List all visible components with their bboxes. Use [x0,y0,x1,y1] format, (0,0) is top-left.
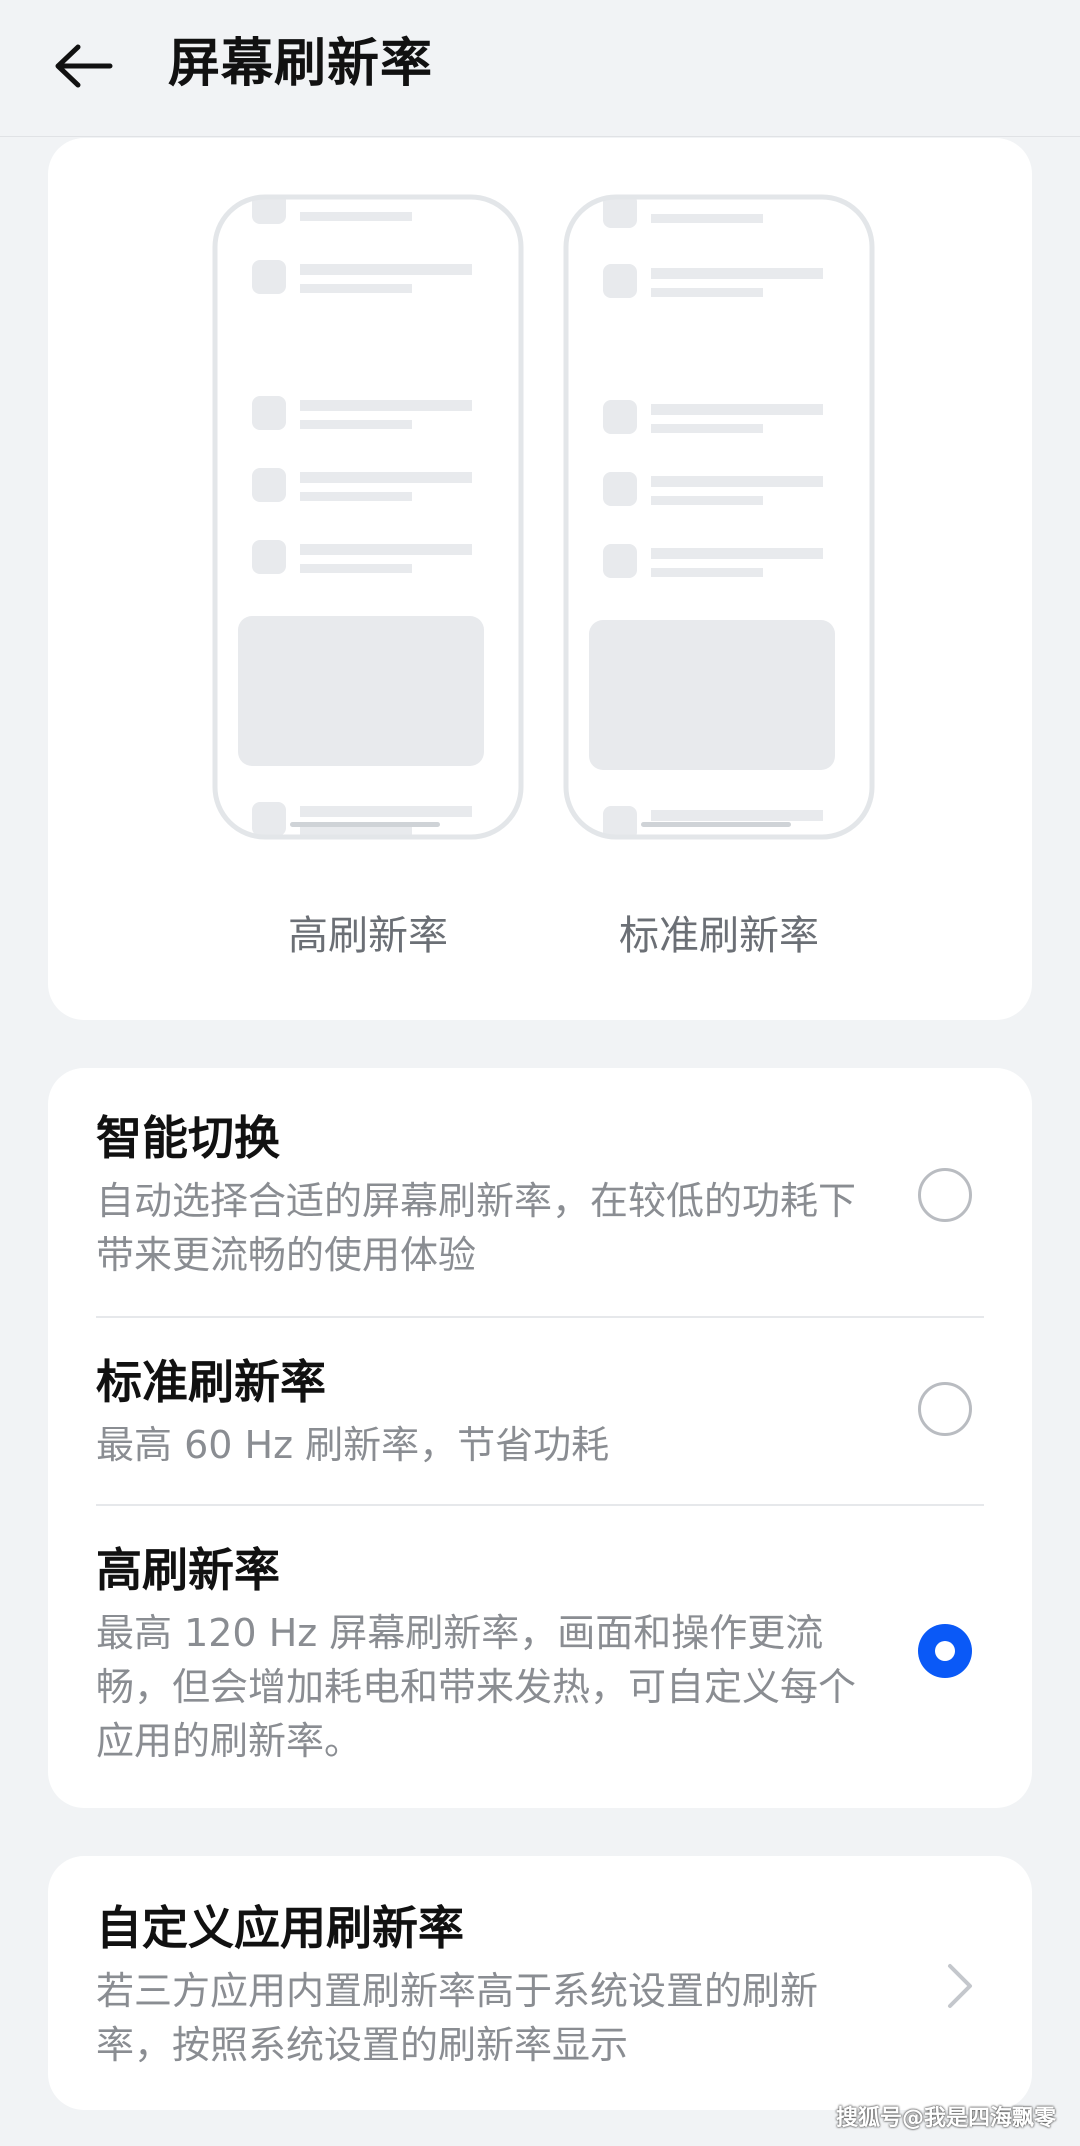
high-refresh-preview-label: 高刷新率 [288,913,448,959]
custom-app-refresh-row[interactable]: 自定义应用刷新率 若三方应用内置刷新率高于系统设置的刷新率，按照系统设置的刷新率… [48,1856,1032,2110]
option-description: 自动选择合适的屏幕刷新率，在较低的功耗下带来更流畅的使用体验 [96,1179,857,1277]
watermark-text: 搜狐号@我是四海飘零 [835,2106,1056,2131]
high-refresh-phone-illustration [210,192,526,842]
option-title: 智能切换 [96,1111,280,1165]
option-description: 最高 60 Hz 刷新率，节省功耗 [96,1423,610,1467]
arrow-left-icon [55,44,113,88]
title-bar: 屏幕刷新率 [0,0,1080,137]
option-description: 最高 120 Hz 屏幕刷新率，画面和操作更流畅，但会增加耗电和带来发热，可自定… [96,1611,857,1763]
page-title: 屏幕刷新率 [168,34,434,94]
option-standard-refresh[interactable]: 标准刷新率 最高 60 Hz 刷新率，节省功耗 [96,1350,984,1472]
high-refresh-radio-selected[interactable] [918,1624,972,1678]
divider [96,1504,984,1506]
custom-description: 若三方应用内置刷新率高于系统设置的刷新率，按照系统设置的刷新率显示 [96,1969,819,2067]
back-button[interactable] [44,26,124,106]
standard-refresh-preview-label: 标准刷新率 [619,913,819,959]
option-high-refresh[interactable]: 高刷新率 最高 120 Hz 屏幕刷新率，画面和操作更流畅，但会增加耗电和带来发… [96,1538,984,1768]
custom-app-refresh-text: 自定义应用刷新率 若三方应用内置刷新率高于系统设置的刷新率，按照系统设置的刷新率… [96,1896,984,2072]
refresh-rate-options-card: 智能切换 自动选择合适的屏幕刷新率，在较低的功耗下带来更流畅的使用体验 标准刷新… [48,1068,1032,1808]
standard-refresh-radio[interactable] [918,1382,972,1436]
option-smart-switch[interactable]: 智能切换 自动选择合适的屏幕刷新率，在较低的功耗下带来更流畅的使用体验 [96,1106,984,1282]
smart-switch-radio[interactable] [918,1168,972,1222]
option-title: 标准刷新率 [96,1355,326,1409]
preview-card: 高刷新率 标准刷新率 [48,138,1032,1020]
custom-title: 自定义应用刷新率 [96,1901,464,1955]
standard-refresh-phone-illustration [561,192,877,842]
chevron-right-icon [948,1964,972,2008]
option-title: 高刷新率 [96,1543,280,1597]
divider [96,1316,984,1318]
